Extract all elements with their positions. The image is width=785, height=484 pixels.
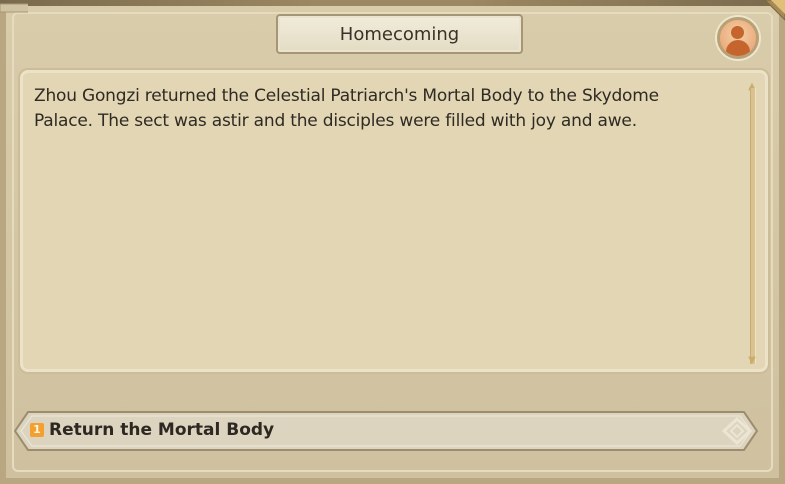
corner-ornament-top-right — [764, 0, 785, 21]
choice-number-badge: 1 — [30, 423, 44, 437]
scrollbar-track[interactable] — [750, 88, 756, 364]
character-avatar-icon — [731, 26, 744, 39]
story-text-panel: Zhou Gongzi returned the Celestial Patri… — [18, 68, 770, 374]
scroll-down-arrow-icon[interactable]: ▼ — [746, 356, 758, 366]
diamond-arrow-icon — [722, 417, 752, 445]
top-ribbon — [0, 0, 785, 6]
avatar-button[interactable] — [717, 17, 759, 59]
story-text: Zhou Gongzi returned the Celestial Patri… — [34, 86, 659, 131]
choice-option-1[interactable]: 1 Return the Mortal Body — [14, 411, 758, 451]
dialog-title: Homecoming — [276, 14, 523, 54]
corner-ornament-top-left — [0, 3, 28, 13]
choice-label: Return the Mortal Body — [49, 420, 275, 440]
avatar-body-shape — [726, 40, 750, 56]
